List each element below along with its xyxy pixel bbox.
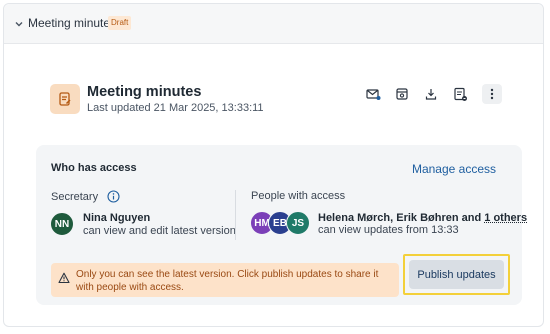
info-icon[interactable] — [107, 190, 120, 203]
meeting-minutes-panel: Meeting minutes Draft Meeting minutes La… — [3, 3, 544, 327]
manage-access-link[interactable]: Manage access — [412, 162, 496, 176]
avatar-js: JS — [286, 211, 310, 235]
people-names: Helena Mørch, Erik Bøhren and 1 others — [318, 212, 527, 224]
document-title: Meeting minutes — [87, 84, 202, 100]
email-icon — [365, 88, 380, 100]
others-link[interactable]: 1 others — [484, 212, 527, 224]
column-divider — [235, 190, 236, 240]
avatar-secretary: NN — [50, 212, 74, 236]
download-button[interactable] — [419, 84, 443, 104]
present-button[interactable] — [390, 84, 414, 104]
section-header[interactable]: Meeting minutes Draft — [4, 4, 543, 44]
draft-badge: Draft — [108, 16, 132, 30]
last-updated: Last updated 21 Mar 2025, 13:33:11 — [87, 102, 264, 114]
people-permission: can view updates from 13:33 — [318, 224, 459, 236]
more-icon — [490, 88, 494, 100]
download-icon — [425, 89, 437, 100]
secretary-name: Nina Nguyen — [83, 212, 151, 224]
document-toolbar — [361, 84, 502, 104]
email-button[interactable] — [361, 84, 385, 104]
who-has-access-heading: Who has access — [51, 162, 137, 174]
secretary-label: Secretary — [51, 191, 99, 203]
export-icon — [453, 87, 467, 101]
warning-icon — [58, 272, 70, 284]
section-title: Meeting minutes — [28, 16, 117, 30]
warning-banner: Only you can see the latest version. Cli… — [51, 263, 399, 297]
present-icon — [396, 88, 408, 100]
people-with-access-label: People with access — [251, 190, 346, 202]
warning-text: Only you can see the latest version. Cli… — [76, 269, 379, 293]
publish-highlight: Publish updates — [403, 254, 510, 295]
export-button[interactable] — [448, 84, 472, 104]
publish-updates-button[interactable]: Publish updates — [409, 260, 504, 289]
chevron-down-icon[interactable] — [13, 18, 25, 30]
people-names-text: Helena Mørch, Erik Bøhren and — [318, 212, 485, 224]
document-icon — [50, 84, 80, 114]
access-card: Who has access Manage access Secretary N… — [36, 145, 527, 305]
secretary-permission: can view and edit latest version — [83, 225, 236, 237]
more-options-button[interactable] — [482, 84, 502, 104]
